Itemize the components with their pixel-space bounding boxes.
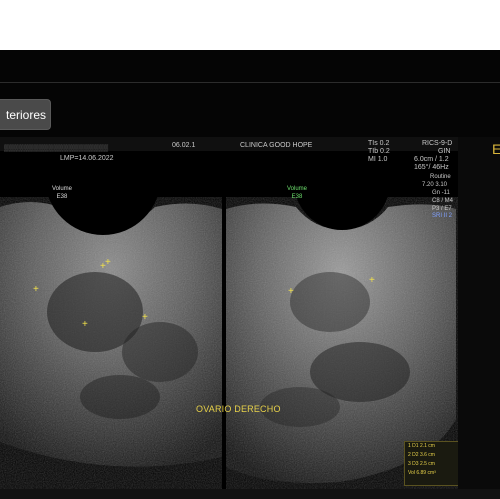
mode-value: Routine (430, 174, 451, 180)
measurement-d2: 2 D2 3.6 cm (408, 452, 435, 458)
caliper-marker: + (33, 284, 39, 295)
measurement-d1: 1 D1 2.1 cm (408, 443, 435, 449)
freq-value: 7.20 3.10 (422, 182, 448, 188)
cb-value: C8 / M4 (432, 198, 454, 204)
clinic-name: CLINICA GOOD HOPE (240, 142, 313, 149)
caliper-marker: + (82, 319, 88, 330)
sri-value: SRI II 2 (432, 213, 453, 219)
side-panel (458, 137, 500, 499)
previous-button-label: teriores (5, 108, 46, 122)
depth-value: 6.0cm / 1.2 (414, 156, 449, 163)
preset-name: GIN (438, 148, 451, 155)
left-panel-marker: Volume E38 (52, 186, 73, 200)
gain-value: Gn -11 (432, 190, 450, 196)
caliper-marker: + (105, 257, 111, 268)
patient-info-placeholder: ▒▒▒▒▒▒▒▒▒▒▒▒▒▒▒▒▒▒▒▒▒ (4, 145, 109, 152)
angle-value: 165°/ 46Hz (414, 164, 449, 171)
caliper-marker: + (142, 312, 148, 323)
annotation-label: OVARIO DERECHO (196, 404, 281, 414)
date-code: 06.02.1 (172, 142, 196, 149)
bottom-bar (0, 489, 500, 499)
previous-button[interactable]: teriores (0, 99, 51, 130)
divider (0, 82, 500, 83)
tis-value: TIs 0.2 (368, 140, 390, 147)
tib-value: TIb 0.2 (368, 148, 390, 155)
probe-name: RICS-9-D (422, 140, 453, 147)
lmp-text: LMP=14.06.2022 (60, 155, 114, 162)
caliper-marker: + (369, 275, 375, 286)
right-panel-marker: Volume E38 (287, 186, 308, 200)
caliper-marker: + (288, 286, 294, 297)
side-panel-letter: E (492, 141, 500, 157)
measurement-d3: 3 D3 2.5 cm (408, 461, 435, 467)
measurement-box: 1 D1 2.1 cm 2 D2 3.6 cm 3 D3 2.5 cm Vol … (404, 441, 460, 486)
mi-value: MI 1.0 (368, 156, 388, 163)
measurement-volume: Vol 6.89 cm³ (408, 470, 436, 476)
